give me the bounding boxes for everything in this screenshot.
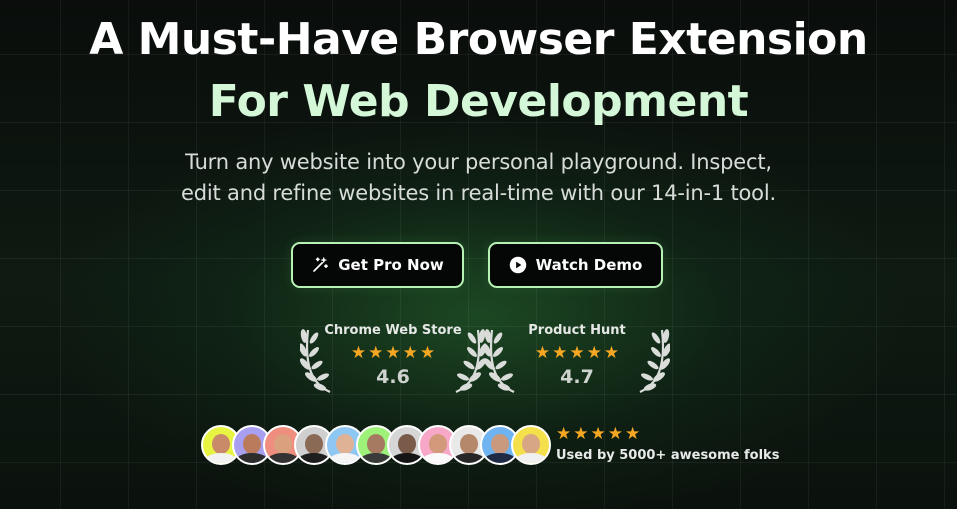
hero-subtitle: Turn any website into your personal play…: [0, 147, 957, 209]
star-icon: ★: [586, 343, 602, 363]
watch-demo-button[interactable]: Watch Demo: [488, 242, 663, 288]
rating-score: 4.6: [376, 366, 410, 388]
star-icon: ★: [402, 343, 418, 363]
star-icon: ★: [590, 424, 606, 444]
star-icon: ★: [556, 424, 572, 444]
rating-score: 4.7: [560, 366, 594, 388]
avatar: [511, 425, 551, 465]
rating-chrome-web-store: Chrome Web Store ★ ★ ★ ★ ★ 4.6: [298, 318, 488, 396]
hero-section: A Must-Have Browser Extension For Web De…: [0, 0, 957, 509]
subtitle-line-2: edit and refine websites in real-time wi…: [181, 181, 776, 205]
star-rating: ★ ★ ★ ★ ★: [482, 344, 672, 362]
star-icon: ★: [385, 343, 401, 363]
star-icon: ★: [625, 424, 641, 444]
headline-line-2: For Web Development: [208, 76, 749, 127]
rating-source: Product Hunt: [528, 323, 626, 338]
star-icon: ★: [552, 343, 568, 363]
star-rating: ★ ★ ★ ★ ★: [556, 425, 779, 443]
rating-source: Chrome Web Store: [324, 323, 462, 338]
star-icon: ★: [603, 343, 620, 363]
social-proof-label: Used by 5000+ awesome folks: [556, 448, 780, 463]
get-pro-button[interactable]: Get Pro Now: [291, 242, 464, 288]
subtitle-line-1: Turn any website into your personal play…: [185, 150, 772, 174]
social-proof: ★ ★ ★ ★ ★ Used by 5000+ awesome folks: [556, 425, 779, 463]
star-icon: ★: [573, 424, 589, 444]
play-icon: [509, 256, 526, 274]
star-icon: ★: [368, 343, 384, 363]
rating-product-hunt: Product Hunt ★ ★ ★ ★ ★ 4.7: [482, 318, 672, 396]
star-icon: ★: [419, 343, 436, 363]
user-avatars: [201, 425, 551, 465]
magic-wand-icon: [313, 257, 329, 272]
star-icon: ★: [607, 424, 623, 444]
watch-demo-label: Watch Demo: [535, 256, 643, 274]
star-icon: ★: [569, 343, 585, 363]
star-rating: ★ ★ ★ ★ ★: [298, 344, 488, 362]
star-icon: ★: [534, 343, 551, 363]
star-icon: ★: [350, 343, 367, 363]
get-pro-label: Get Pro Now: [338, 256, 444, 274]
headline-line-1: A Must-Have Browser Extension: [89, 14, 868, 65]
